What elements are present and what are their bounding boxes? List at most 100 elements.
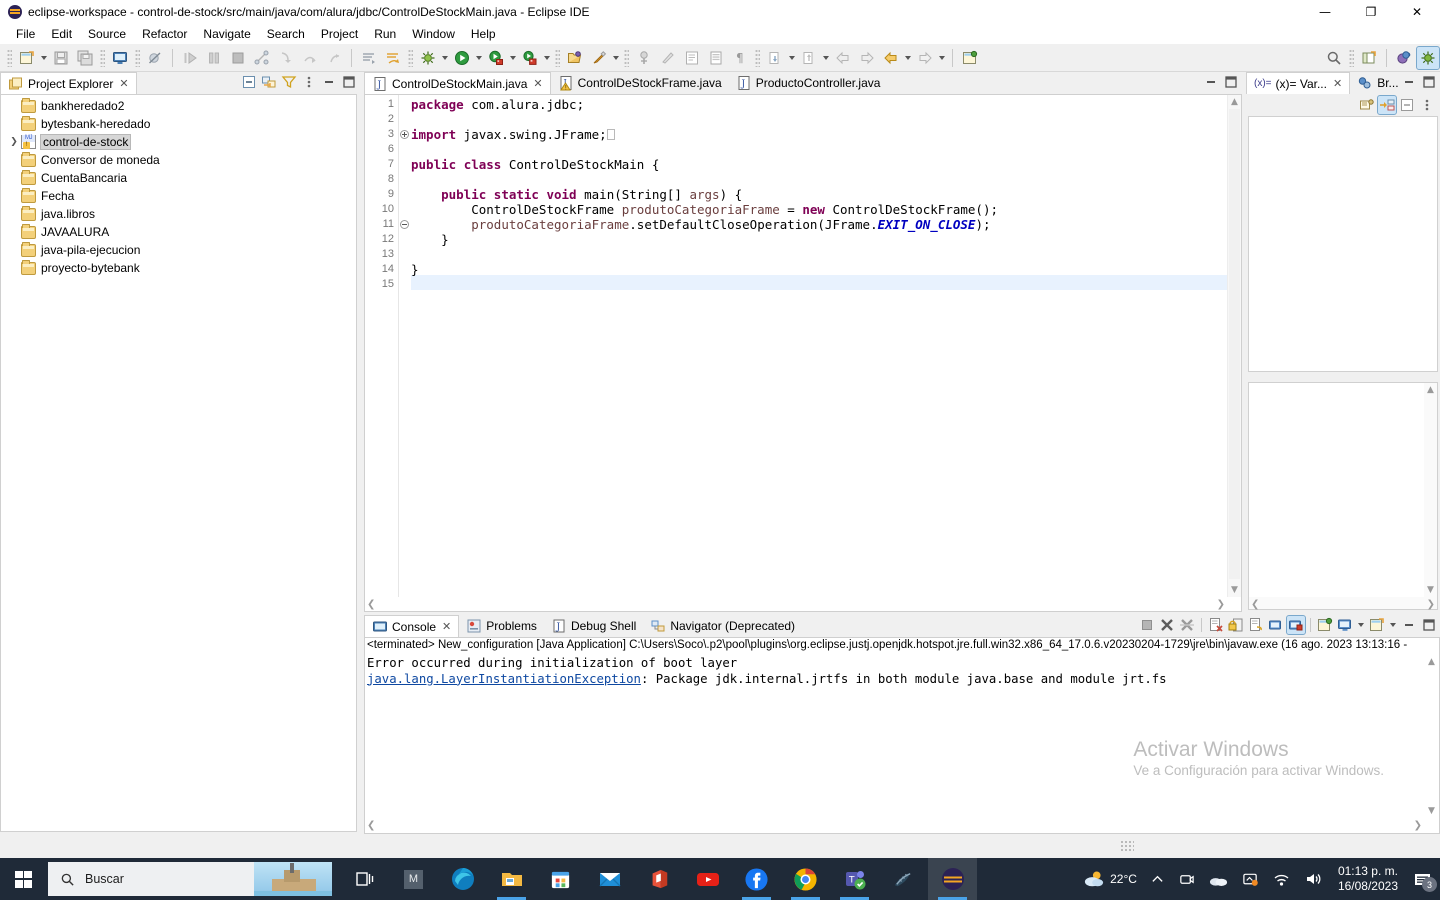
- open-console-view-button[interactable]: [109, 47, 131, 69]
- office-icon[interactable]: [634, 858, 683, 900]
- minimize-icon[interactable]: [320, 73, 338, 91]
- tab-ControlDeStockFrame-java[interactable]: J! ControlDeStockFrame.java: [551, 72, 729, 94]
- remove-all-terminated-icon[interactable]: [1178, 616, 1196, 634]
- scroll-up-icon[interactable]: ▲: [1424, 655, 1439, 669]
- back-history-button[interactable]: [832, 47, 854, 69]
- breakpoints-vertical-scrollbar[interactable]: ▲ ▼: [1424, 383, 1437, 597]
- console-horizontal-scrollbar[interactable]: ❮ ❯: [365, 818, 1424, 833]
- project-tree[interactable]: bankheredado2 bytesbank-heredado ❯ contr…: [0, 94, 357, 832]
- tab-variables[interactable]: (x)= (x)= Var... ✕: [1246, 72, 1351, 94]
- fold-expand-icon[interactable]: [400, 130, 409, 139]
- youtube-icon[interactable]: [683, 858, 732, 900]
- run-dropdown[interactable]: [474, 47, 484, 69]
- scroll-down-icon[interactable]: ▼: [1424, 583, 1437, 597]
- tab-project-explorer[interactable]: Project Explorer ✕: [0, 72, 137, 94]
- toggle-mark-occurrences-button[interactable]: [633, 47, 655, 69]
- scroll-lock-icon[interactable]: [1227, 616, 1245, 634]
- maximize-icon[interactable]: [1222, 73, 1240, 91]
- tree-item-fecha[interactable]: Fecha: [1, 187, 356, 205]
- code-text[interactable]: package com.alura.jdbc; import javax.swi…: [411, 95, 1227, 597]
- close-icon[interactable]: ✕: [533, 77, 542, 90]
- sync-status-icon[interactable]: [1235, 871, 1266, 888]
- debug-button[interactable]: [417, 47, 439, 69]
- microsoft-edge-icon[interactable]: [438, 858, 487, 900]
- new-wizard-dropdown[interactable]: [39, 47, 49, 69]
- weather-widget[interactable]: 22°C: [1075, 869, 1144, 889]
- tree-item-proyecto-bytebank[interactable]: proyecto-bytebank: [1, 259, 356, 277]
- exception-link[interactable]: java.lang.LayerInstantiationException: [367, 672, 641, 686]
- remove-launch-icon[interactable]: [1158, 616, 1176, 634]
- menu-navigate[interactable]: Navigate: [195, 25, 258, 43]
- toolbar-grip-3[interactable]: [135, 48, 140, 67]
- show-source-quick-button[interactable]: [705, 47, 727, 69]
- display-selected-console-icon[interactable]: [1336, 616, 1354, 634]
- pilcrow-icon[interactable]: ¶: [729, 47, 751, 69]
- scroll-right-icon[interactable]: ❯: [1414, 818, 1422, 832]
- maximize-icon[interactable]: [1420, 73, 1438, 91]
- menu-refactor[interactable]: Refactor: [134, 25, 195, 43]
- resume-button[interactable]: [179, 47, 201, 69]
- view-menu-icon[interactable]: [1418, 96, 1436, 114]
- minimize-icon[interactable]: [1400, 616, 1418, 634]
- toolbar-grip-7[interactable]: [755, 48, 760, 67]
- collapse-all-icon[interactable]: [1377, 95, 1397, 115]
- back-navigation-dropdown[interactable]: [903, 47, 913, 69]
- view-filter-icon[interactable]: [280, 73, 298, 91]
- debug-dropdown[interactable]: [440, 47, 450, 69]
- word-wrap-icon[interactable]: [1247, 616, 1265, 634]
- tree-item-control-de-stock[interactable]: ❯ control-de-stock: [1, 133, 356, 151]
- save-all-button[interactable]: [74, 47, 96, 69]
- collapse-tree-icon[interactable]: [1398, 96, 1416, 114]
- next-edit-button[interactable]: [798, 47, 820, 69]
- scroll-left-icon[interactable]: ❮: [367, 818, 375, 832]
- microsoft-store-icon[interactable]: [536, 858, 585, 900]
- file-explorer-icon[interactable]: [487, 858, 536, 900]
- forward-navigation-button[interactable]: [914, 47, 936, 69]
- display-console-dropdown[interactable]: [1356, 616, 1366, 634]
- menu-help[interactable]: Help: [463, 25, 504, 43]
- collapse-all-icon[interactable]: [240, 73, 258, 91]
- tab-navigator[interactable]: Navigator (Deprecated): [643, 615, 802, 637]
- close-icon[interactable]: ✕: [442, 620, 451, 633]
- maximize-icon[interactable]: [1420, 616, 1438, 634]
- show-whitespace-button[interactable]: [681, 47, 703, 69]
- toolbar-grip-2[interactable]: [100, 48, 105, 67]
- external-tools-button[interactable]: [519, 47, 541, 69]
- mail-icon[interactable]: [585, 858, 634, 900]
- microsoft-teams-icon[interactable]: T: [830, 858, 879, 900]
- run-button[interactable]: [451, 47, 473, 69]
- step-into-button[interactable]: [275, 47, 297, 69]
- folding-column[interactable]: [399, 95, 411, 597]
- onedrive-icon[interactable]: [1202, 872, 1235, 887]
- scrollbar-thumb[interactable]: [1229, 109, 1240, 579]
- editor-vertical-scrollbar[interactable]: ▲ ▼: [1227, 95, 1241, 597]
- step-over-button[interactable]: [299, 47, 321, 69]
- debug-perspective-button[interactable]: [1416, 45, 1440, 70]
- minimize-icon[interactable]: [1202, 73, 1220, 91]
- run-coverage-button[interactable]: [485, 47, 507, 69]
- menu-window[interactable]: Window: [404, 25, 463, 43]
- menu-source[interactable]: Source: [80, 25, 134, 43]
- taskbar-clock[interactable]: 01:13 p. m. 16/08/2023: [1330, 864, 1406, 894]
- tab-ControlDeStockMain-java[interactable]: J ControlDeStockMain.java ✕: [364, 72, 551, 94]
- toolbar-grip-5[interactable]: [555, 48, 560, 67]
- pin-console-icon[interactable]: [1286, 615, 1306, 635]
- notification-center-button[interactable]: 3: [1406, 858, 1440, 900]
- run-coverage-dropdown[interactable]: [508, 47, 518, 69]
- new-wizard-button[interactable]: [16, 47, 38, 69]
- next-edit-dropdown[interactable]: [821, 47, 831, 69]
- view-menu-icon[interactable]: [300, 73, 318, 91]
- terminate-icon[interactable]: [1138, 616, 1156, 634]
- search-dropdown[interactable]: [611, 47, 621, 69]
- open-perspective-button[interactable]: [1358, 47, 1380, 69]
- volume-icon[interactable]: [1298, 871, 1330, 887]
- maximize-icon[interactable]: [340, 73, 358, 91]
- next-annotation-button[interactable]: [358, 47, 380, 69]
- tab-debug-shell[interactable]: J Debug Shell: [544, 615, 643, 637]
- external-tools-dropdown[interactable]: [542, 47, 552, 69]
- search-references-button[interactable]: [588, 47, 610, 69]
- suspend-button[interactable]: [203, 47, 225, 69]
- new-window-button[interactable]: [959, 47, 981, 69]
- open-console-icon[interactable]: [1316, 616, 1334, 634]
- console-vertical-scrollbar[interactable]: ▲ ▼: [1424, 655, 1439, 818]
